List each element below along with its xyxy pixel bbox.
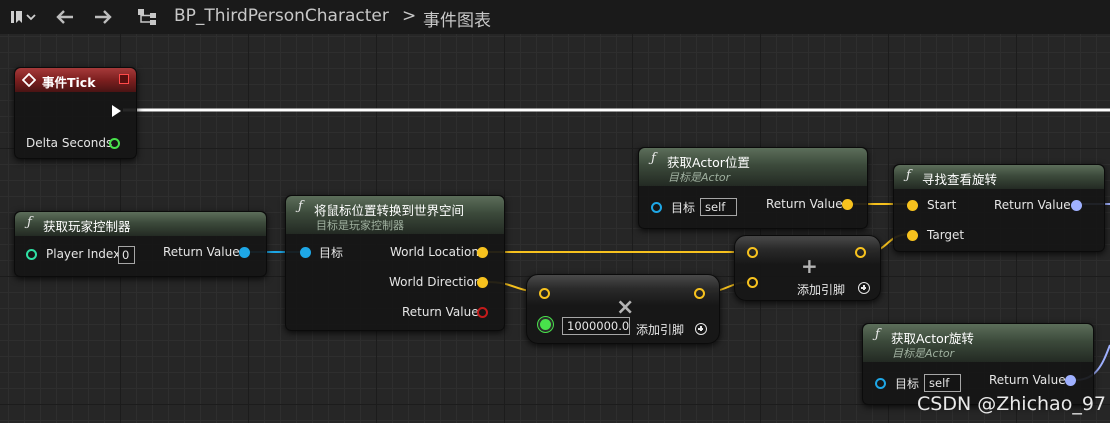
back-arrow-button[interactable] xyxy=(52,6,78,28)
function-icon: ƒ xyxy=(906,168,911,183)
player-index-pin[interactable] xyxy=(26,249,37,260)
target-location-pin[interactable] xyxy=(907,230,918,241)
get-actor-location-subtitle: 目标是Actor xyxy=(668,171,731,184)
find-look-at-title: 寻找查看旋转 xyxy=(922,172,998,187)
world-location-label: World Location xyxy=(390,245,479,259)
breadcrumb-blueprint[interactable]: BP_ThirdPersonCharacter xyxy=(174,6,389,26)
get-player-controller-node[interactable]: ƒ 获取玩家控制器 Player Index 0 Return Value xyxy=(14,211,267,277)
multiply-add-pin-label: 添加引脚 xyxy=(636,323,685,337)
world-direction-label: World Direction xyxy=(389,275,482,289)
multiply-input-a-pin[interactable] xyxy=(539,288,550,299)
player-index-input[interactable]: 0 xyxy=(118,246,135,264)
function-icon: ƒ xyxy=(298,199,303,214)
actor-rotation-target-label: 目标 xyxy=(895,377,920,391)
back-arrow-icon xyxy=(56,10,73,24)
delegate-pin[interactable] xyxy=(119,74,129,84)
look-at-return-pin[interactable] xyxy=(1071,200,1082,211)
get-player-controller-title: 获取玩家控制器 xyxy=(43,219,131,234)
multiply-add-pin-icon[interactable] xyxy=(695,323,707,335)
actor-rotation-self-input[interactable]: self xyxy=(924,374,961,392)
bookmark-dropdown-button[interactable] xyxy=(6,7,40,27)
actor-location-target-pin[interactable] xyxy=(651,202,662,213)
function-icon: ƒ xyxy=(651,151,656,166)
add-output-pin[interactable] xyxy=(855,247,866,258)
function-icon: ƒ xyxy=(875,327,880,342)
actor-rotation-target-pin[interactable] xyxy=(875,378,886,389)
target-pin[interactable] xyxy=(300,247,311,258)
add-input-a-pin[interactable] xyxy=(747,247,758,258)
actor-rotation-return-label: Return Value xyxy=(989,373,1066,387)
watermark-text: CSDN @Zhichao_97 xyxy=(917,393,1106,415)
multiply-value-input[interactable]: 1000000.0 xyxy=(562,317,630,335)
convert-return-label: Return Value xyxy=(402,305,479,319)
event-tick-title: 事件Tick xyxy=(42,75,96,90)
actor-location-target-label: 目标 xyxy=(671,201,696,215)
exec-output-pin[interactable] xyxy=(112,105,121,117)
target-label: 目标 xyxy=(319,246,344,260)
target-location-label: Target xyxy=(927,228,965,242)
event-tick-node[interactable]: 事件Tick Delta Seconds xyxy=(14,67,137,159)
breadcrumb-separator: > xyxy=(402,6,417,26)
actor-rotation-return-pin[interactable] xyxy=(1065,375,1076,386)
controller-return-pin[interactable] xyxy=(239,247,250,258)
get-actor-rotation-subtitle: 目标是Actor xyxy=(892,347,955,360)
multiply-output-pin[interactable] xyxy=(694,288,705,299)
add-add-pin-label: 添加引脚 xyxy=(797,283,846,297)
convert-return-pin[interactable] xyxy=(477,307,488,318)
start-pin[interactable] xyxy=(907,200,918,211)
player-index-label: Player Index xyxy=(46,247,121,261)
multiply-input-b-pin[interactable] xyxy=(540,319,551,330)
add-add-pin-icon[interactable] xyxy=(858,282,870,294)
event-diamond-icon xyxy=(22,73,36,87)
find-look-at-node[interactable]: ƒ 寻找查看旋转 Start Return Value Target xyxy=(893,164,1105,252)
add-symbol: + xyxy=(801,254,818,278)
forward-arrow-icon xyxy=(95,10,112,24)
add-input-b-pin[interactable] xyxy=(747,277,758,288)
world-direction-pin[interactable] xyxy=(477,277,488,288)
controller-return-label: Return Value xyxy=(163,245,240,259)
multiply-node[interactable]: × 1000000.0 添加引脚 xyxy=(526,274,720,344)
convert-mouse-subtitle: 目标是玩家控制器 xyxy=(316,219,404,232)
breadcrumb-event-graph[interactable]: 事件图表 xyxy=(423,6,491,31)
bookmark-icon xyxy=(11,11,36,23)
start-label: Start xyxy=(927,198,957,212)
editor-toolbar: BP_ThirdPersonCharacter > 事件图表 xyxy=(0,0,1110,34)
graph-hierarchy-icon xyxy=(136,7,160,27)
delta-seconds-label: Delta Seconds xyxy=(26,136,113,150)
world-location-pin[interactable] xyxy=(477,247,488,258)
actor-location-return-pin[interactable] xyxy=(842,199,853,210)
forward-arrow-button[interactable] xyxy=(90,6,116,28)
convert-mouse-node[interactable]: ƒ 将鼠标位置转换到世界空间 目标是玩家控制器 目标 World Locatio… xyxy=(285,195,505,331)
actor-location-self-input[interactable]: self xyxy=(700,198,737,216)
delta-seconds-pin[interactable] xyxy=(109,138,120,149)
add-node[interactable]: + 添加引脚 xyxy=(734,235,881,301)
get-actor-location-node[interactable]: ƒ 获取Actor位置 目标是Actor 目标 self Return Valu… xyxy=(638,147,868,229)
function-icon: ƒ xyxy=(27,215,32,230)
actor-location-return-label: Return Value xyxy=(766,197,843,211)
look-at-return-label: Return Value xyxy=(994,198,1071,212)
